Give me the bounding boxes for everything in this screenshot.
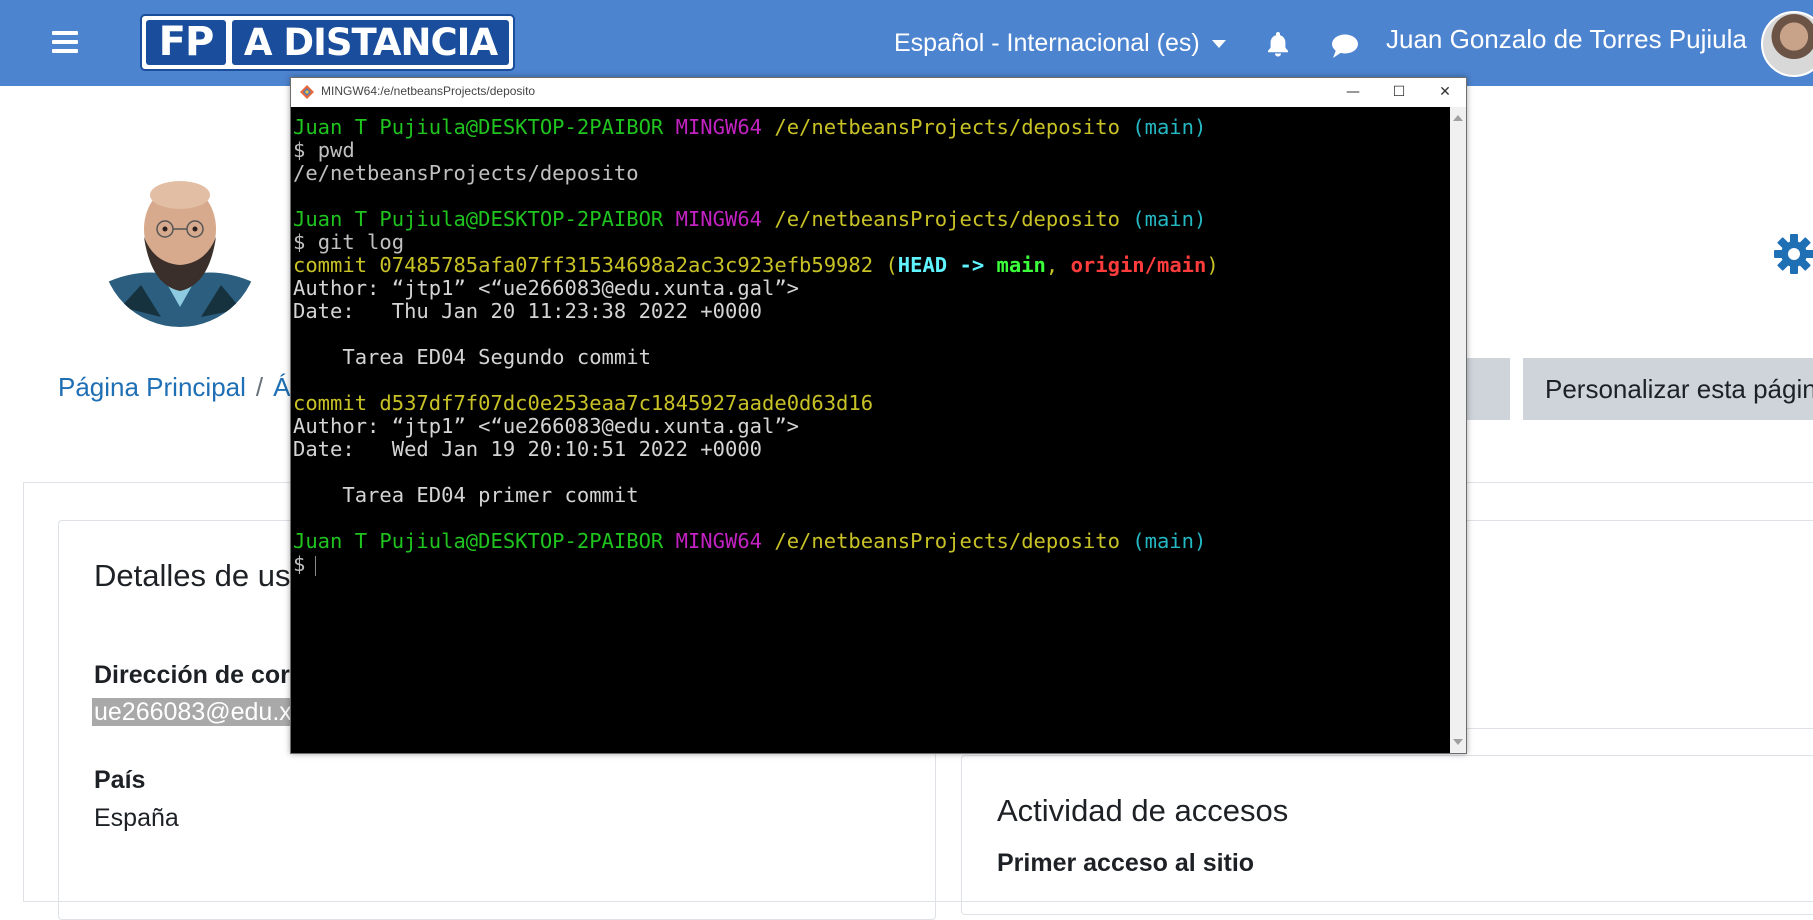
access-activity-title: Actividad de accesos bbox=[997, 793, 1289, 828]
text-cursor bbox=[315, 556, 317, 576]
email-value-text: ue266083@edu.x bbox=[92, 698, 294, 726]
breadcrumb-separator: / bbox=[255, 372, 264, 402]
command-line: git log bbox=[317, 230, 405, 254]
site-logo[interactable]: FP A DISTANCIA bbox=[140, 14, 515, 71]
command-line: pwd bbox=[317, 138, 355, 162]
prompt-path: /e/netbeansProjects/deposito bbox=[774, 529, 1120, 553]
country-label: País bbox=[94, 766, 146, 794]
gear-icon[interactable] bbox=[1773, 233, 1813, 275]
language-selector[interactable]: Español - Internacional (es) bbox=[894, 29, 1226, 58]
commit-hash: 07485785afa07ff31534698a2ac3c923efb59982 bbox=[379, 253, 874, 277]
breadcrumb-home-link[interactable]: Página Principal bbox=[58, 372, 246, 402]
chat-icon[interactable] bbox=[1330, 31, 1360, 61]
prompt-user: Juan T Pujiula@DESKTOP-2PAIBOR bbox=[293, 207, 664, 231]
prompt-branch: (main) bbox=[1132, 207, 1207, 231]
breadcrumb: Página Principal / Á bbox=[58, 372, 290, 403]
author-line: Author: “jtp1” <“ue266083@edu.xunta.gal”… bbox=[293, 414, 800, 438]
prompt-path: /e/netbeansProjects/deposito bbox=[774, 207, 1120, 231]
prompt-system: MINGW64 bbox=[675, 207, 763, 231]
bell-icon[interactable] bbox=[1263, 29, 1293, 59]
language-label: Español - Internacional (es) bbox=[894, 29, 1200, 57]
logo-text: A DISTANCIA bbox=[232, 20, 509, 65]
prompt-system: MINGW64 bbox=[675, 529, 763, 553]
terminal-title: MINGW64:/e/netbeansProjects/deposito bbox=[321, 84, 536, 98]
prompt-branch: (main) bbox=[1132, 529, 1207, 553]
user-menu[interactable]: Juan Gonzalo de Torres Pujiula bbox=[1386, 24, 1747, 55]
maximize-button[interactable]: ☐ bbox=[1376, 78, 1422, 107]
email-value: ue266083@edu.x bbox=[92, 698, 294, 727]
terminal-output[interactable]: Juan T Pujiula@DESKTOP-2PAIBOR MINGW64 /… bbox=[291, 107, 1450, 753]
date-line: Date: Thu Jan 20 11:23:38 2022 +0000 bbox=[293, 299, 762, 323]
first-access-label: Primer acceso al sitio bbox=[997, 849, 1255, 877]
commit-hash: d537df7f07dc0e253eaa7c1845927aade0d63d16 bbox=[379, 391, 874, 415]
prompt-user: Juan T Pujiula@DESKTOP-2PAIBOR bbox=[293, 115, 664, 139]
country-value: España bbox=[94, 804, 179, 832]
prompt-branch: (main) bbox=[1132, 115, 1207, 139]
ref-branch: main bbox=[996, 253, 1046, 277]
prompt-path: /e/netbeansProjects/deposito bbox=[774, 115, 1120, 139]
close-button[interactable]: ✕ bbox=[1422, 78, 1466, 107]
breadcrumb-next-link[interactable]: Á bbox=[273, 372, 290, 402]
menu-icon[interactable] bbox=[52, 31, 78, 53]
ref-paren-close: ) bbox=[1206, 253, 1219, 277]
ref-origin: origin/main bbox=[1070, 253, 1207, 277]
scroll-down-icon[interactable] bbox=[1453, 739, 1463, 745]
profile-picture bbox=[101, 167, 259, 327]
email-label: Dirección de cor bbox=[94, 661, 290, 689]
access-activity-card: Actividad de accesos Primer acceso al si… bbox=[961, 755, 1813, 915]
customize-page-button[interactable]: Personalizar esta página bbox=[1523, 358, 1813, 420]
author-line: Author: “jtp1” <“ue266083@edu.xunta.gal”… bbox=[293, 276, 800, 300]
prompt-symbol: $ bbox=[293, 552, 306, 576]
git-bash-icon bbox=[300, 85, 314, 99]
minimize-button[interactable]: — bbox=[1330, 78, 1376, 107]
output-line: /e/netbeansProjects/deposito bbox=[293, 161, 639, 185]
scroll-up-icon[interactable] bbox=[1453, 115, 1463, 121]
avatar[interactable] bbox=[1761, 11, 1813, 77]
ref-comma: , bbox=[1045, 253, 1071, 277]
date-line: Date: Wed Jan 19 20:10:51 2022 +0000 bbox=[293, 437, 762, 461]
prompt-system: MINGW64 bbox=[675, 115, 763, 139]
commit-message: Tarea ED04 Segundo commit bbox=[293, 345, 651, 369]
top-navbar: FP A DISTANCIA Español - Internacional (… bbox=[0, 0, 1813, 86]
prompt-symbol: $ bbox=[293, 230, 306, 254]
commit-message: Tarea ED04 primer commit bbox=[293, 483, 639, 507]
prompt-user: Juan T Pujiula@DESKTOP-2PAIBOR bbox=[293, 529, 664, 553]
ref-paren-open: ( bbox=[885, 253, 898, 277]
chevron-down-icon bbox=[1211, 40, 1226, 49]
user-details-title: Detalles de usu bbox=[94, 558, 308, 593]
logo-fp: FP bbox=[146, 20, 226, 65]
commit-label: commit bbox=[293, 391, 368, 415]
ref-head: HEAD -> bbox=[897, 253, 997, 277]
terminal-titlebar[interactable]: MINGW64:/e/netbeansProjects/deposito — ☐… bbox=[291, 78, 1466, 108]
prompt-symbol: $ bbox=[293, 138, 306, 162]
commit-label: commit bbox=[293, 253, 368, 277]
terminal-window[interactable]: MINGW64:/e/netbeansProjects/deposito — ☐… bbox=[290, 77, 1467, 754]
terminal-scrollbar[interactable] bbox=[1450, 107, 1466, 753]
